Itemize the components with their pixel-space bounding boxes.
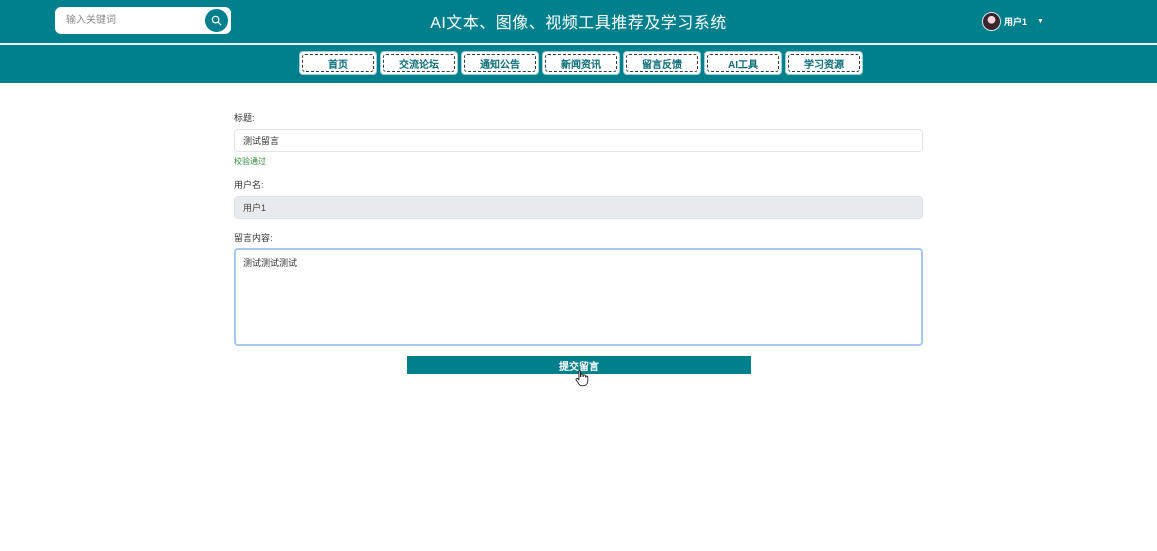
nav-item-label: 留言反馈 — [642, 59, 682, 71]
user-name: 用户1 — [1004, 16, 1028, 27]
nav-item-notices[interactable]: 通知公告 — [461, 51, 539, 75]
chevron-down-icon: ▼ — [1037, 17, 1044, 25]
nav-item-ai-tools[interactable]: AI工具 — [704, 51, 782, 75]
content-textarea[interactable]: 测试测试测试 — [234, 248, 923, 346]
header-top: AI文本、图像、视频工具推荐及学习系统 用户1 ▼ — [0, 0, 1157, 42]
nav-item-label: 交流论坛 — [399, 59, 439, 71]
nav-item-home[interactable]: 首页 — [299, 51, 377, 75]
hand-pointer-icon — [575, 369, 589, 387]
header-bar: AI文本、图像、视频工具推荐及学习系统 用户1 ▼ 首页 交流论坛 通知公告 新… — [0, 0, 1157, 83]
nav-item-label: 学习资源 — [804, 59, 844, 71]
user-menu[interactable]: 用户1 ▼ — [982, 10, 1044, 32]
username-label: 用户名: — [234, 180, 264, 190]
avatar — [982, 11, 1001, 31]
header-divider — [0, 43, 1157, 45]
nav-item-label: 首页 — [328, 59, 348, 71]
nav-item-learning[interactable]: 学习资源 — [785, 51, 863, 75]
title-label: 标题: — [234, 113, 255, 123]
title-validation-message: 校验通过 — [234, 157, 266, 166]
title-input[interactable] — [234, 129, 923, 152]
content-label: 留言内容: — [234, 233, 273, 243]
nav-item-news[interactable]: 新闻资讯 — [542, 51, 620, 75]
nav-item-feedback[interactable]: 留言反馈 — [623, 51, 701, 75]
nav-item-label: 新闻资讯 — [561, 59, 601, 71]
nav-item-label: 通知公告 — [480, 59, 520, 71]
username-input — [234, 196, 923, 219]
main-nav: 首页 交流论坛 通知公告 新闻资讯 留言反馈 AI工具 学习资源 — [299, 51, 863, 75]
nav-item-label: AI工具 — [728, 59, 758, 71]
nav-item-forum[interactable]: 交流论坛 — [380, 51, 458, 75]
